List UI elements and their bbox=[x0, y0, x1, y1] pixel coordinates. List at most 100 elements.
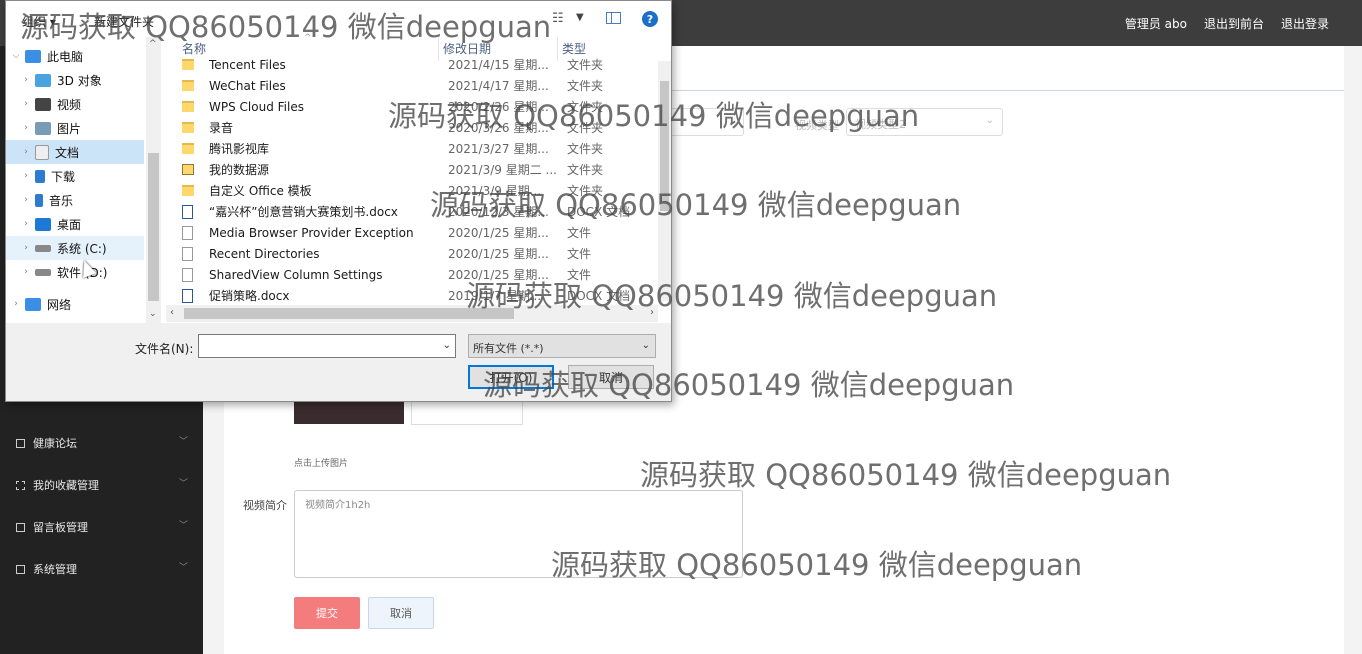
sidebar-item-favorites[interactable]: 我的收藏管理 ﹀ bbox=[16, 477, 188, 493]
new-folder-button[interactable]: 新建文件夹 bbox=[94, 13, 154, 30]
chevron-right-icon[interactable]: › bbox=[21, 243, 31, 253]
open-button[interactable]: 打开(O) bbox=[468, 365, 554, 389]
file-name: Recent Directories bbox=[209, 246, 320, 261]
nav-item-music[interactable]: › 音乐 bbox=[6, 188, 144, 212]
nav-item-drive-d[interactable]: › 软件 (D:) bbox=[6, 260, 144, 284]
file-name: WPS Cloud Files bbox=[209, 99, 304, 114]
cancel-button[interactable]: 取消 bbox=[368, 597, 434, 629]
desktop-icon bbox=[35, 217, 51, 231]
folder-icon bbox=[182, 164, 194, 175]
organize-menu[interactable]: 组织 ▾ bbox=[22, 13, 56, 30]
sidebar-item-system[interactable]: 系统管理 ﹀ bbox=[16, 561, 188, 577]
file-date: 2021/3/9 星期二 ... bbox=[448, 163, 557, 177]
file-icon bbox=[182, 225, 193, 240]
nav-item-label: 文档 bbox=[55, 145, 80, 160]
chevron-down-icon[interactable]: ⌵ bbox=[11, 51, 21, 61]
file-name: WeChat Files bbox=[209, 78, 286, 93]
video-type-select[interactable]: 视频类型2 ⌄ bbox=[846, 108, 1003, 136]
file-row[interactable]: Tencent Files 2021/4/15 星期... 文件夹 bbox=[182, 54, 662, 75]
file-row[interactable]: SharedView Column Settings 2020/1/25 星期..… bbox=[182, 264, 662, 285]
chevron-down-icon[interactable]: ⌄ bbox=[443, 340, 451, 351]
sidebar-item-label: 我的收藏管理 bbox=[33, 479, 99, 492]
nav-item-this-pc[interactable]: ⌵ 此电脑 bbox=[6, 44, 144, 68]
word-document-icon bbox=[182, 288, 193, 303]
help-icon[interactable]: ? bbox=[642, 11, 658, 27]
filename-input[interactable]: ⌄ bbox=[198, 334, 456, 358]
file-name: 腾讯影视库 bbox=[209, 142, 270, 156]
file-name: “嘉兴杯”创意营销大赛策划书.docx bbox=[209, 205, 398, 219]
file-row[interactable]: “嘉兴杯”创意营销大赛策划书.docx 2020/12/3 星期... DOCX 文… bbox=[182, 201, 662, 222]
scrollbar-thumb[interactable] bbox=[660, 81, 669, 211]
video-type-value: 视频类型2 bbox=[855, 118, 906, 131]
file-row[interactable]: Media Browser Provider Exception 2020/1/2… bbox=[182, 222, 662, 243]
nav-item-desktop[interactable]: › 桌面 bbox=[6, 212, 144, 236]
file-date: 2020/12/3 星期... bbox=[448, 205, 549, 219]
scroll-up-icon[interactable]: ^ bbox=[149, 39, 157, 49]
chevron-right-icon[interactable]: › bbox=[21, 147, 31, 157]
nav-item-pictures[interactable]: › 图片 bbox=[6, 116, 144, 140]
nav-item-downloads[interactable]: › 下载 bbox=[6, 164, 144, 188]
submit-button[interactable]: 提交 bbox=[294, 597, 360, 629]
file-row[interactable]: WPS Cloud Files 2020/2/26 星期... 文件夹 bbox=[182, 96, 662, 117]
file-vertical-scrollbar[interactable] bbox=[658, 61, 671, 301]
chevron-right-icon[interactable]: › bbox=[21, 195, 31, 205]
file-date: 2020/3/26 星期... bbox=[448, 121, 549, 135]
sidebar-item-label: 留言板管理 bbox=[33, 521, 88, 534]
folder-icon bbox=[182, 101, 194, 112]
file-name: 促销策略.docx bbox=[209, 289, 290, 303]
message-icon bbox=[16, 522, 25, 532]
file-horizontal-scrollbar[interactable]: ‹ › bbox=[166, 305, 658, 322]
chevron-right-icon[interactable]: › bbox=[21, 171, 31, 181]
file-row[interactable]: WeChat Files 2021/4/17 星期... 文件夹 bbox=[182, 75, 662, 96]
scroll-right-icon[interactable]: › bbox=[650, 307, 654, 318]
favorites-icon bbox=[16, 480, 25, 490]
file-row[interactable]: 腾讯影视库 2021/3/27 星期... 文件夹 bbox=[182, 138, 662, 159]
file-row[interactable]: 录音 2020/3/26 星期... 文件夹 bbox=[182, 117, 662, 138]
sidebar-item-messages[interactable]: 留言板管理 ﹀ bbox=[16, 519, 188, 535]
back-to-front-link[interactable]: 退出到前台 bbox=[1204, 15, 1264, 32]
chevron-right-icon[interactable]: › bbox=[11, 299, 21, 309]
nav-item-label: 此电脑 bbox=[47, 49, 84, 64]
nav-item-label: 音乐 bbox=[49, 193, 74, 208]
file-type: 文件夹 bbox=[567, 100, 604, 114]
chevron-right-icon[interactable]: › bbox=[21, 267, 31, 277]
video-intro-textarea[interactable]: 视频简介1h2h bbox=[294, 490, 743, 578]
chevron-right-icon[interactable]: › bbox=[21, 219, 31, 229]
nav-item-3d-objects[interactable]: › 3D 对象 bbox=[6, 68, 144, 92]
nav-item-documents[interactable]: › 文档 bbox=[6, 140, 144, 164]
chevron-right-icon[interactable]: › bbox=[21, 123, 31, 133]
dialog-cancel-button[interactable]: 取消 bbox=[568, 365, 654, 389]
drive-icon bbox=[35, 268, 51, 276]
sidebar-item-health-forum[interactable]: 健康论坛 ﹀ bbox=[16, 435, 188, 451]
scroll-left-icon[interactable]: ‹ bbox=[170, 307, 174, 318]
nav-item-network[interactable]: › 网络 bbox=[6, 292, 144, 316]
file-date: 2019/1/7 星期... bbox=[448, 289, 542, 303]
scroll-down-icon[interactable]: ⌄ bbox=[149, 309, 157, 319]
documents-icon bbox=[35, 144, 49, 160]
preview-pane-icon[interactable] bbox=[606, 12, 621, 24]
file-row[interactable]: Recent Directories 2020/1/25 星期... 文件 bbox=[182, 243, 662, 264]
upload-image-box[interactable] bbox=[411, 401, 523, 425]
logout-link[interactable]: 退出登录 bbox=[1281, 15, 1329, 32]
file-icon bbox=[182, 246, 193, 261]
file-icon bbox=[182, 267, 193, 282]
file-row[interactable]: 促销策略.docx 2019/1/7 星期... DOCX 文档 bbox=[182, 285, 662, 306]
chevron-right-icon[interactable]: › bbox=[21, 99, 31, 109]
dialog-toolbar: 组织 ▾ 新建文件夹 ☷ ▼ ? bbox=[6, 1, 671, 37]
chevron-down-icon[interactable]: ▼ bbox=[576, 12, 584, 23]
scrollbar-thumb[interactable] bbox=[184, 308, 514, 319]
3d-objects-icon bbox=[35, 73, 51, 87]
file-row[interactable]: 我的数据源 2021/3/9 星期二 ... 文件夹 bbox=[182, 159, 662, 180]
scrollbar-thumb[interactable] bbox=[148, 153, 159, 301]
file-name: Tencent Files bbox=[209, 57, 286, 72]
filetype-select[interactable]: 所有文件 (*.*) ⌄ bbox=[468, 334, 656, 358]
file-date: 2020/1/25 星期... bbox=[448, 268, 549, 282]
nav-item-videos[interactable]: › 视频 bbox=[6, 92, 144, 116]
file-row[interactable]: 自定义 Office 模板 2021/3/9 星期... 文件夹 bbox=[182, 180, 662, 201]
nav-item-label: 视频 bbox=[57, 97, 82, 112]
chevron-right-icon[interactable]: › bbox=[21, 75, 31, 85]
file-type: DOCX 文档 bbox=[567, 289, 631, 303]
view-options-icon[interactable]: ☷ bbox=[552, 11, 564, 26]
nav-scrollbar[interactable]: ^ ⌄ bbox=[146, 37, 161, 323]
nav-item-drive-c[interactable]: › 系统 (C:) bbox=[6, 236, 144, 260]
